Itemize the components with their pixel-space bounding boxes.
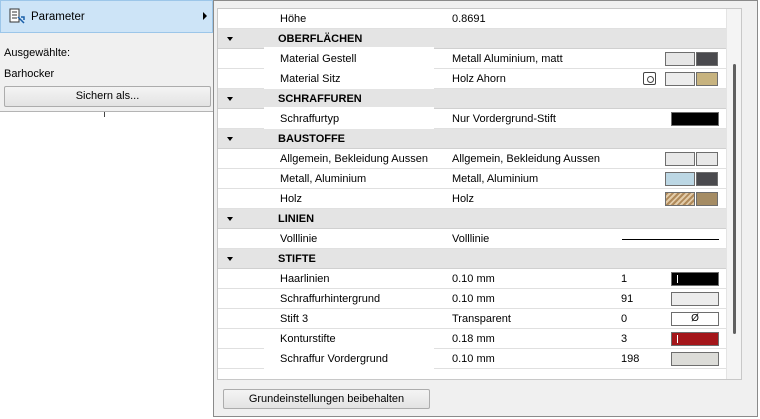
section-header[interactable]: STIFTE (218, 249, 741, 269)
scrollbar[interactable] (726, 9, 741, 379)
hatch-color-swatch[interactable] (671, 112, 719, 126)
parameter-row[interactable]: Allgemein, Bekleidung Aussen Allgemein, B… (218, 149, 741, 169)
surface-swatch[interactable] (665, 52, 695, 66)
parameter-row[interactable]: Volllinie Volllinie (218, 229, 741, 249)
selected-value: Barhocker (4, 68, 55, 80)
parameter-value[interactable]: Metall, Aluminium (452, 173, 538, 185)
section-header[interactable]: BAUSTOFFE (218, 129, 741, 149)
section-title: BAUSTOFFE (278, 133, 346, 145)
section-title: SCHRAFFUREN (278, 93, 362, 105)
parameter-name: Volllinie (280, 233, 318, 245)
pen-number[interactable]: 91 (621, 293, 633, 305)
parameter-row[interactable]: Schraffur Vordergrund 0.10 mm 198 (218, 349, 741, 369)
parameter-value[interactable]: Holz (452, 193, 474, 205)
parameter-list-icon (9, 8, 25, 24)
parameter-name: Schraffur Vordergrund (266, 349, 432, 369)
parameter-row[interactable]: Metall, Aluminium Metall, Aluminium (218, 169, 741, 189)
section-title: OBERFLÄCHEN (278, 33, 363, 45)
section-title: STIFTE (278, 253, 316, 265)
parameter-name: Holz (280, 193, 303, 205)
section-header[interactable]: SCHRAFFUREN (218, 89, 741, 109)
collapse-triangle-icon[interactable] (227, 217, 233, 221)
parameter-value[interactable]: 0.8691 (452, 13, 486, 25)
parameter-row[interactable]: Haarlinien 0.10 mm 1 (218, 269, 741, 289)
section-title: LINIEN (278, 213, 315, 225)
surface-swatch[interactable] (665, 192, 695, 206)
parameter-menu-label: Parameter (31, 10, 85, 23)
pen-color-swatch[interactable] (671, 272, 719, 286)
surface-swatch[interactable] (665, 152, 695, 166)
parameter-row[interactable]: Höhe 0.8691 (218, 9, 741, 29)
section-header[interactable]: OBERFLÄCHEN (218, 29, 741, 49)
pen-number[interactable]: 198 (621, 353, 639, 365)
pen-weight-mark (677, 335, 678, 343)
collapse-triangle-icon[interactable] (227, 97, 233, 101)
parameter-row[interactable]: Schraffurhintergrund 0.10 mm 91 (218, 289, 741, 309)
parameter-row[interactable]: Material Sitz Holz Ahorn (218, 69, 741, 89)
parameter-value[interactable]: 0.10 mm (452, 353, 495, 365)
save-as-button[interactable]: Sichern als... (4, 86, 211, 107)
parameter-name: Material Gestell (266, 49, 432, 69)
transparent-pen-icon: Ø (691, 313, 699, 324)
parameter-value[interactable]: Transparent (452, 313, 511, 325)
submenu-arrow-icon (203, 12, 207, 20)
collapse-triangle-icon[interactable] (227, 137, 233, 141)
pen-weight-mark (677, 275, 678, 283)
parameter-dialog: Höhe 0.8691 OBERFLÄCHEN Material Gestell Met… (213, 0, 758, 417)
pen-color-swatch[interactable] (671, 292, 719, 306)
parameter-row[interactable]: Holz Holz (218, 189, 741, 209)
scrollbar-thumb[interactable] (733, 64, 736, 334)
material-swatch[interactable] (696, 192, 718, 206)
surface-swatch[interactable] (665, 172, 695, 186)
parameter-name: Allgemein, Bekleidung Aussen (280, 153, 428, 165)
selected-label: Ausgewählte: (4, 47, 71, 59)
parameter-menu-item[interactable]: Parameter (0, 0, 213, 33)
parameter-value[interactable]: Volllinie (452, 233, 489, 245)
parameter-name: Konturstifte (280, 333, 336, 345)
material-swatch[interactable] (696, 152, 718, 166)
parameter-value[interactable]: 0.10 mm (452, 273, 495, 285)
section-header[interactable]: LINIEN (218, 209, 741, 229)
collapse-triangle-icon[interactable] (227, 257, 233, 261)
parameter-row[interactable]: Schraffurtyp Nur Vordergrund-Stift (218, 109, 741, 129)
parameter-value[interactable]: Allgemein, Bekleidung Aussen (452, 153, 600, 165)
keep-defaults-button[interactable]: Grundeinstellungen beibehalten (223, 389, 430, 409)
parameter-value[interactable]: 0.10 mm (452, 293, 495, 305)
pen-number[interactable]: 3 (621, 333, 627, 345)
parameter-name: Höhe (280, 13, 307, 25)
parameter-value[interactable]: Nur Vordergrund-Stift (452, 113, 556, 125)
parameter-value[interactable]: Metall Aluminium, matt (452, 53, 563, 65)
parameter-name: Schraffurhintergrund (280, 293, 381, 305)
surface-swatch[interactable] (665, 72, 695, 86)
pen-number[interactable]: 1 (621, 273, 627, 285)
pen-color-swatch[interactable] (671, 352, 719, 366)
parameter-name: Metall, Aluminium (280, 173, 367, 185)
divider-mark (104, 112, 105, 117)
parameter-row[interactable]: Stift 3 Transparent 0 Ø (218, 309, 741, 329)
parameter-name: Stift 3 (280, 313, 309, 325)
parameter-value[interactable]: 0.18 mm (452, 333, 495, 345)
parameter-list: Höhe 0.8691 OBERFLÄCHEN Material Gestell Met… (217, 8, 742, 380)
left-panel: Parameter Ausgewählte: Barhocker Sichern… (0, 0, 214, 112)
parameter-name: Haarlinien (280, 273, 330, 285)
material-swatch[interactable] (696, 52, 718, 66)
pen-color-swatch[interactable]: Ø (671, 312, 719, 326)
collapse-triangle-icon[interactable] (227, 37, 233, 41)
material-swatch[interactable] (696, 72, 718, 86)
line-type-preview[interactable] (622, 239, 719, 240)
pen-color-swatch[interactable] (671, 332, 719, 346)
parameter-row[interactable]: Konturstifte 0.18 mm 3 (218, 329, 741, 349)
parameter-name: Schraffurtyp (266, 109, 432, 129)
parameter-name: Material Sitz (266, 69, 432, 89)
parameter-row[interactable]: Material Gestell Metall Aluminium, matt (218, 49, 741, 69)
pen-number[interactable]: 0 (621, 313, 627, 325)
material-link-icon[interactable] (643, 72, 656, 85)
parameter-value[interactable]: Holz Ahorn (452, 73, 506, 85)
material-swatch[interactable] (696, 172, 718, 186)
